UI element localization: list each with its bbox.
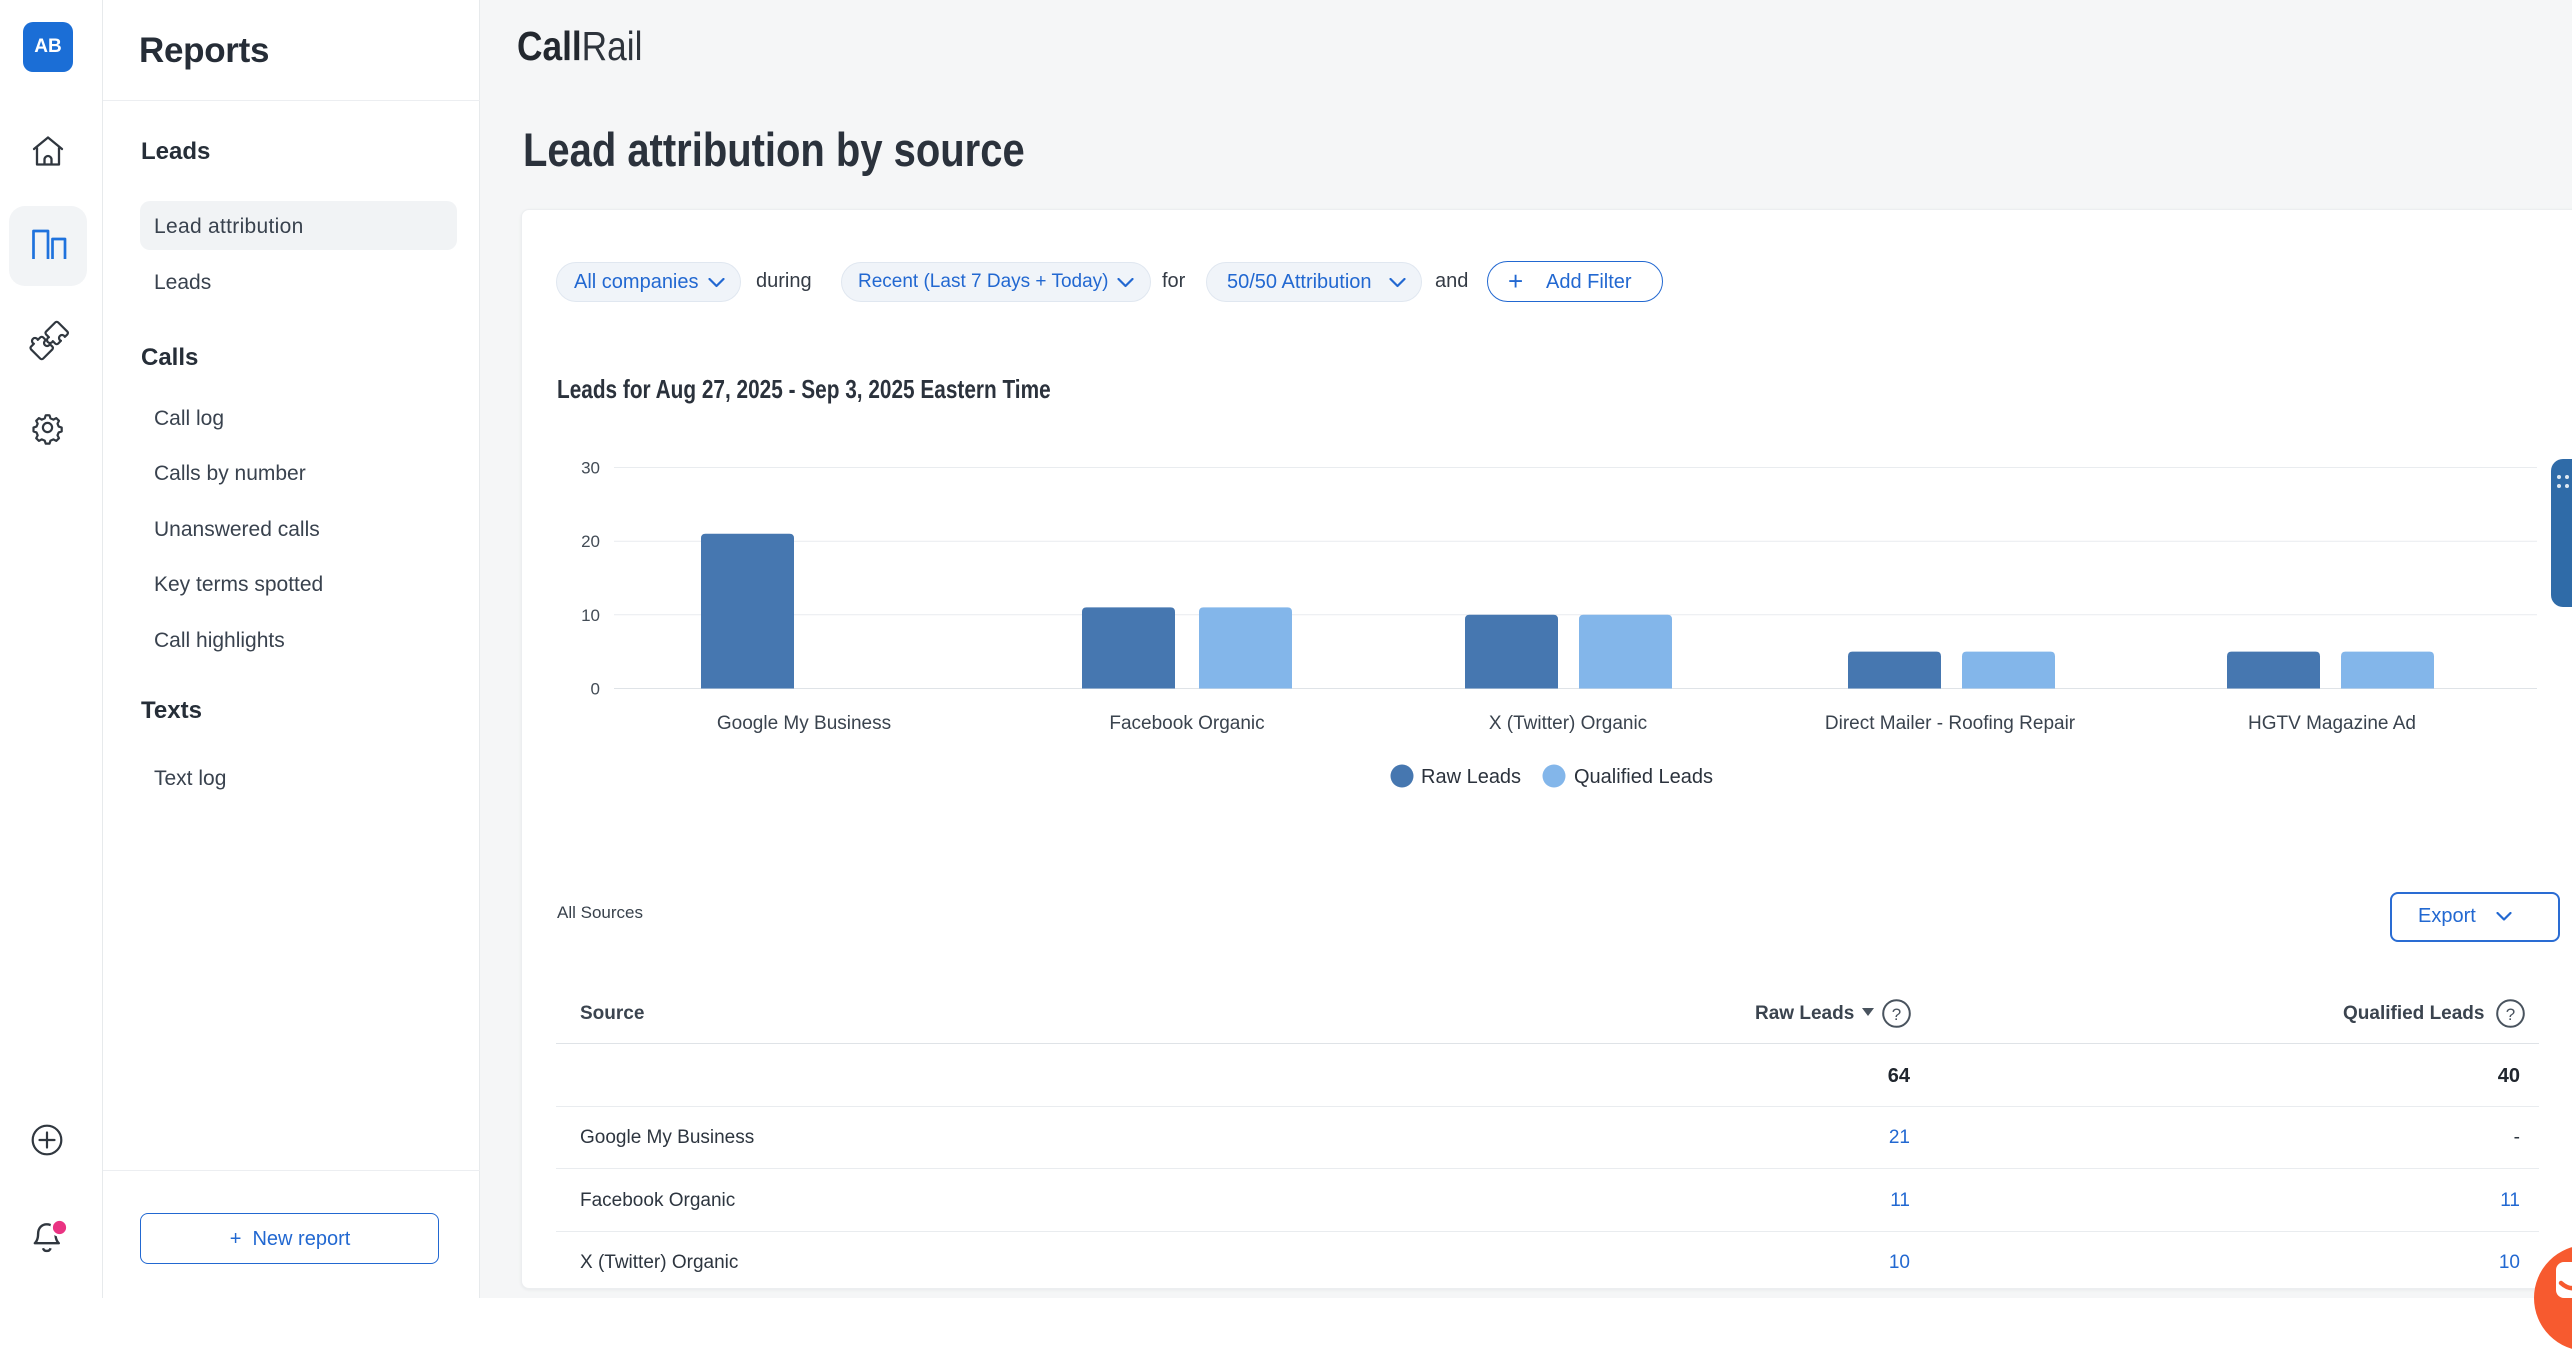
svg-text:10: 10 bbox=[581, 606, 600, 625]
svg-text:Raw Leads: Raw Leads bbox=[1421, 766, 1521, 788]
svg-text:Qualified Leads: Qualified Leads bbox=[1574, 766, 1713, 788]
svg-text:?: ? bbox=[1892, 1005, 1901, 1024]
svg-text:30: 30 bbox=[581, 459, 600, 478]
svg-text:X (Twitter) Organic: X (Twitter) Organic bbox=[1489, 713, 1647, 734]
svg-text:20: 20 bbox=[581, 532, 600, 551]
svg-text:0: 0 bbox=[591, 680, 600, 699]
svg-text:?: ? bbox=[2506, 1005, 2515, 1024]
svg-text:Google My Business: Google My Business bbox=[717, 713, 891, 734]
svg-text:HGTV Magazine Ad: HGTV Magazine Ad bbox=[2248, 713, 2416, 734]
svg-text:Facebook Organic: Facebook Organic bbox=[1109, 713, 1264, 734]
svg-text:Direct Mailer - Roofing Repair: Direct Mailer - Roofing Repair bbox=[1825, 713, 2076, 734]
